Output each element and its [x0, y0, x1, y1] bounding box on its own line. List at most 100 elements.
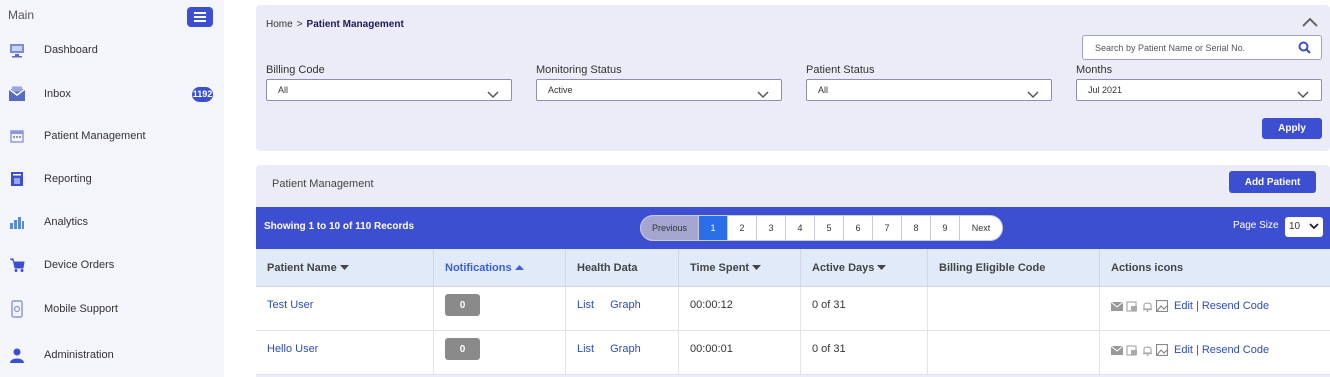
dashboard-icon	[8, 41, 26, 59]
page-button[interactable]: 6	[844, 216, 873, 240]
mail-icon[interactable]	[1111, 344, 1123, 356]
edit-link[interactable]: Edit	[1174, 300, 1193, 312]
apply-button[interactable]: Apply	[1262, 118, 1322, 139]
notification-count-button[interactable]: 0	[445, 338, 480, 360]
sidebar-item-patient-management[interactable]: Patient Management	[0, 123, 224, 149]
column-header-active-days[interactable]: Active Days	[800, 249, 927, 287]
mail-icon[interactable]	[1111, 300, 1123, 312]
resend-code-link[interactable]: Resend Code	[1202, 344, 1269, 356]
bell-icon[interactable]	[1141, 344, 1153, 356]
health-data-cell: List Graph	[565, 287, 678, 331]
bar-chart-icon	[8, 213, 26, 231]
page-button[interactable]: 5	[815, 216, 844, 240]
billing-eligible-code-cell	[927, 331, 1099, 375]
page-size-value: 10	[1289, 221, 1301, 232]
breadcrumb-home[interactable]: Home	[266, 19, 293, 30]
column-header-label: Actions icons	[1111, 262, 1184, 274]
menu-toggle-button[interactable]	[187, 7, 213, 27]
patient-name-cell: Test User	[256, 287, 433, 331]
column-header-label: Notifications	[445, 262, 512, 274]
page-button[interactable]: 7	[873, 216, 902, 240]
page-button[interactable]: 3	[757, 216, 786, 240]
filter-label: Billing Code	[266, 64, 325, 76]
sidebar-item-reporting[interactable]: Reporting	[0, 166, 224, 192]
patient-status-filter: Patient Status All	[806, 64, 1052, 101]
patient-name-link[interactable]: Test User	[267, 299, 313, 311]
column-header-notifications[interactable]: Notifications	[433, 249, 565, 287]
sidebar-item-administration[interactable]: Administration	[0, 342, 224, 368]
column-header-patient-name[interactable]: Patient Name	[256, 249, 433, 287]
sidebar-item-analytics[interactable]: Analytics	[0, 209, 224, 235]
sidebar-item-mobile-support[interactable]: Mobile Support	[0, 296, 224, 322]
page-button[interactable]: 9	[931, 216, 960, 240]
inbox-count-badge: 1192	[192, 86, 213, 102]
page-button[interactable]: 4	[786, 216, 815, 240]
image-icon[interactable]	[1156, 300, 1168, 312]
sidebar-item-inbox[interactable]: Inbox 1192	[0, 81, 224, 107]
hamburger-icon	[194, 12, 206, 14]
add-patient-button[interactable]: Add Patient	[1229, 171, 1316, 193]
chevron-up-icon[interactable]	[1301, 15, 1319, 29]
list-link[interactable]: List	[577, 299, 594, 311]
next-page-button[interactable]: Next	[960, 216, 1002, 240]
sidebar-item-dashboard[interactable]: Dashboard	[0, 37, 224, 63]
bell-icon[interactable]	[1141, 300, 1153, 312]
sidebar-item-label: Dashboard	[44, 44, 98, 56]
patient-status-select[interactable]: All	[806, 79, 1052, 101]
records-summary: Showing 1 to 10 of 110 Records	[264, 221, 415, 232]
edit-link[interactable]: Edit	[1174, 344, 1193, 356]
notification-count-button[interactable]: 0	[445, 294, 480, 316]
chevron-down-icon	[1297, 86, 1309, 104]
resend-code-link[interactable]: Resend Code	[1202, 300, 1269, 312]
breadcrumb-current: Patient Management	[306, 19, 404, 30]
pagination: Previous 1 2 3 4 5 6 7 8 9 Next	[640, 215, 1003, 241]
hamburger-line	[194, 16, 206, 18]
column-header-label: Patient Name	[267, 262, 337, 274]
list-link[interactable]: List	[577, 343, 594, 355]
graph-link[interactable]: Graph	[610, 299, 641, 311]
chevron-down-icon	[487, 86, 499, 104]
breadcrumb-separator: >	[296, 19, 303, 30]
graph-link[interactable]: Graph	[610, 343, 641, 355]
table-row: Hello User 0 List Graph 00:00:01 0 of 31 …	[256, 331, 1330, 375]
search-input[interactable]	[1095, 42, 1295, 53]
search-icon[interactable]	[1298, 41, 1311, 59]
user-icon	[8, 346, 26, 364]
filter-panel: Home>Patient Management Billing Code All…	[256, 5, 1330, 151]
monitoring-status-select[interactable]: Active	[536, 79, 782, 101]
page-size-select[interactable]: 10	[1285, 217, 1323, 237]
column-header-label: Billing Eligible Code	[939, 262, 1046, 274]
previous-page-button[interactable]: Previous	[641, 216, 699, 240]
list-title: Patient Management	[272, 178, 374, 190]
notifications-cell: 0	[433, 287, 565, 331]
sidebar-item-label: Administration	[44, 349, 114, 361]
sort-down-icon	[752, 265, 762, 270]
months-select[interactable]: Jul 2021	[1076, 79, 1322, 101]
column-header-label: Active Days	[812, 262, 875, 274]
chevron-down-icon	[1027, 86, 1039, 104]
chevron-down-icon	[1309, 223, 1319, 230]
sidebar-item-device-orders[interactable]: Device Orders	[0, 252, 224, 278]
sort-up-icon	[514, 265, 524, 270]
separator: |	[1195, 300, 1199, 312]
table-row: Test User 0 List Graph 00:00:12 0 of 31 E…	[256, 287, 1330, 331]
action-icons	[1111, 300, 1168, 312]
cart-icon	[8, 256, 26, 274]
billing-code-select[interactable]: All	[266, 79, 512, 101]
column-header-label: Health Data	[577, 262, 638, 274]
health-data-cell: List Graph	[565, 331, 678, 375]
page-button[interactable]: 2	[728, 216, 757, 240]
column-header-label: Time Spent	[690, 262, 750, 274]
device-icon[interactable]	[1126, 344, 1138, 356]
sidebar-item-label: Device Orders	[44, 259, 115, 271]
filter-label: Months	[1076, 64, 1113, 76]
patient-name-link[interactable]: Hello User	[267, 343, 318, 355]
column-header-billing-eligible-code: Billing Eligible Code	[927, 249, 1099, 287]
page-button[interactable]: 8	[902, 216, 931, 240]
patient-list-panel: Patient Management Add Patient Showing 1…	[256, 165, 1330, 377]
column-header-time-spent[interactable]: Time Spent	[678, 249, 800, 287]
image-icon[interactable]	[1156, 344, 1168, 356]
device-icon[interactable]	[1126, 300, 1138, 312]
sidebar: Main Dashboard Inbox 1192 Patient Manage…	[0, 0, 224, 377]
page-button[interactable]: 1	[699, 216, 728, 240]
